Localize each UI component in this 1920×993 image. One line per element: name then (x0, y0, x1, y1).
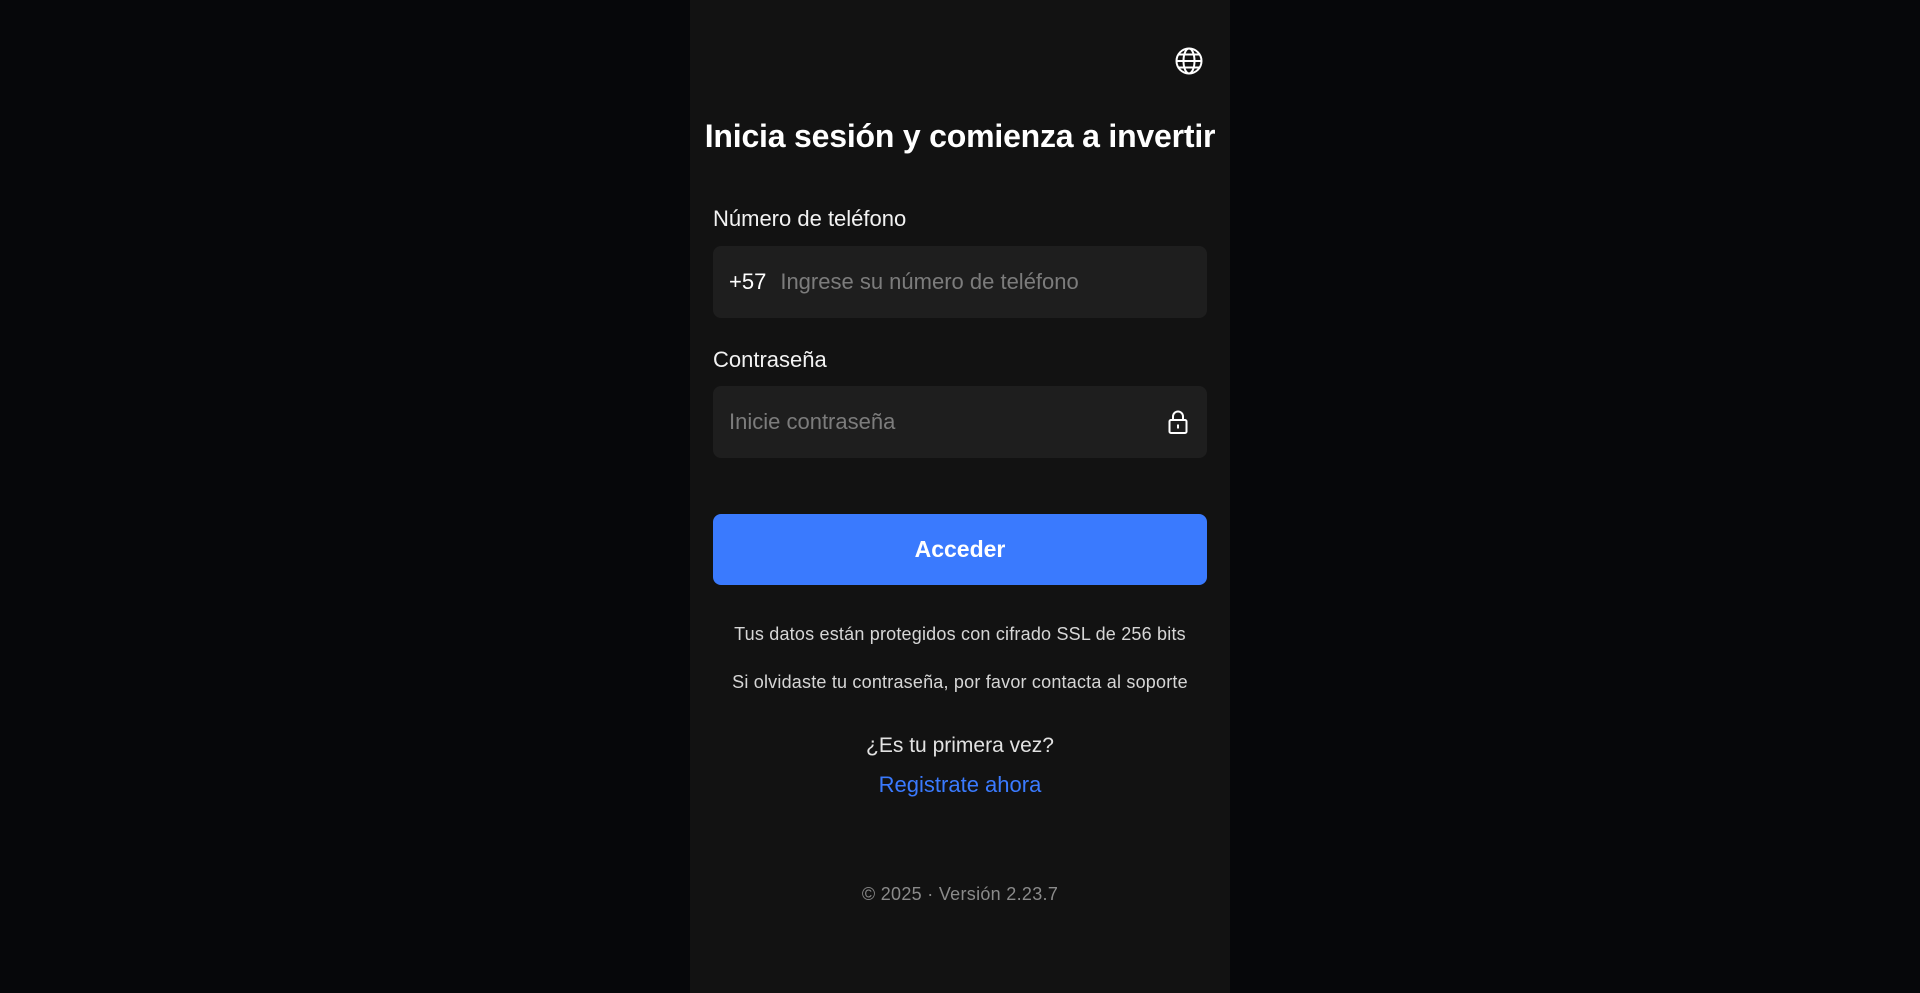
forgot-password-notice: Si olvidaste tu contraseña, por favor co… (732, 672, 1188, 692)
language-button[interactable] (1174, 46, 1204, 76)
login-button[interactable]: Acceder (713, 514, 1207, 585)
phone-input[interactable] (780, 269, 1191, 295)
ssl-notice: Tus datos están protegidos con cifrado S… (734, 624, 1186, 644)
lock-icon (1168, 410, 1188, 434)
country-code-prefix[interactable]: +57 (729, 269, 766, 295)
globe-icon (1175, 47, 1203, 75)
password-field[interactable] (713, 386, 1207, 458)
password-label: Contraseña (713, 347, 827, 372)
phone-label: Número de teléfono (713, 206, 907, 231)
page-title: Inicia sesión y comienza a invertir (704, 118, 1216, 154)
first-time-question: ¿Es tu primera vez? (866, 734, 1054, 757)
phone-field[interactable]: +57 (713, 246, 1207, 318)
password-input[interactable] (729, 409, 1165, 435)
password-visibility-toggle[interactable] (1165, 407, 1191, 437)
login-panel: Inicia sesión y comienza a invertir Núme… (690, 0, 1230, 993)
version-footer: © 2025 · Versión 2.23.7 (861, 884, 1059, 904)
register-link[interactable]: Registrate ahora (690, 772, 1230, 798)
